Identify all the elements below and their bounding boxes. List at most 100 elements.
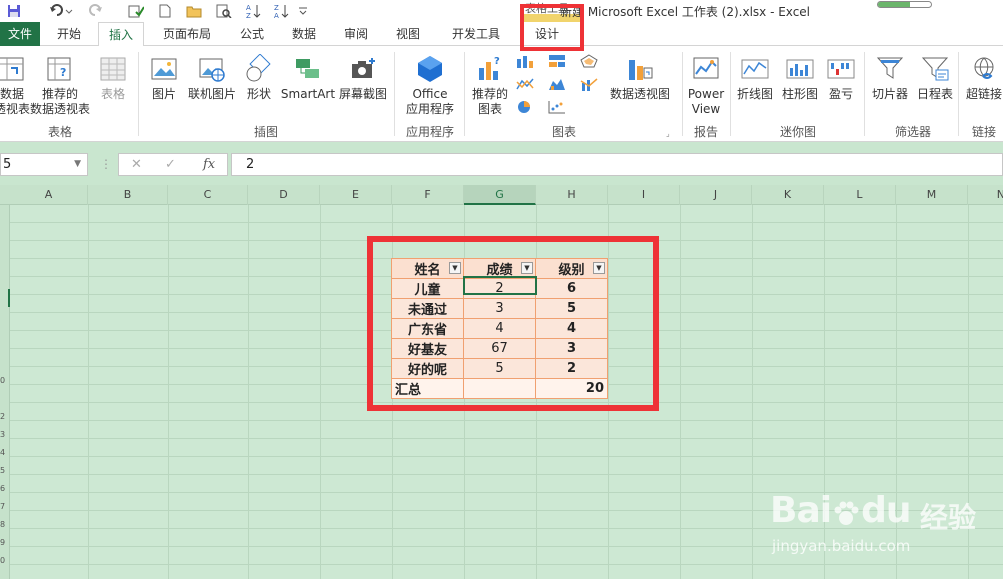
recommended-charts-button[interactable]: ? 推荐的 图表 xyxy=(468,54,512,117)
column-header[interactable]: N xyxy=(968,185,1003,205)
open-folder-icon[interactable] xyxy=(184,2,204,20)
charts-dialog-launcher-icon[interactable]: ⌟ xyxy=(666,129,670,138)
chevron-down-icon[interactable]: ▼ xyxy=(74,154,81,175)
column-header[interactable]: K xyxy=(752,185,824,205)
name-box[interactable]: 5 ▼ xyxy=(0,153,88,176)
tab-home[interactable]: 开始 xyxy=(46,22,92,46)
pivot-chart-button[interactable]: 数据透视图 xyxy=(608,54,672,102)
tab-developer[interactable]: 开发工具 xyxy=(440,22,512,46)
row-header[interactable]: 5 xyxy=(0,466,10,484)
column-header[interactable]: D xyxy=(248,185,320,205)
pictures-button[interactable]: 图片 xyxy=(146,54,182,102)
formula-input[interactable]: 2 xyxy=(231,153,1003,176)
column-header[interactable]: H xyxy=(536,185,608,205)
column-header[interactable]: F xyxy=(392,185,464,205)
column-chart-icon[interactable] xyxy=(516,54,534,68)
column-header[interactable]: M xyxy=(896,185,968,205)
tab-insert[interactable]: 插入 xyxy=(98,22,144,47)
smartart-button[interactable]: SmartArt xyxy=(280,54,336,102)
online-pictures-button[interactable]: 联机图片 xyxy=(186,54,238,102)
slicer-button[interactable]: 切片器 xyxy=(868,54,912,102)
hierarchy-chart-icon[interactable] xyxy=(548,54,566,68)
enter-icon[interactable]: ✓ xyxy=(165,157,176,172)
tab-review[interactable]: 审阅 xyxy=(334,22,378,46)
row-header[interactable]: 8 xyxy=(0,520,10,538)
column-header[interactable]: J xyxy=(680,185,752,205)
paw-icon xyxy=(831,497,861,527)
watermark-brand: Bai du xyxy=(770,490,911,531)
row-header[interactable]: 9 xyxy=(0,538,10,556)
shapes-label: 形状 xyxy=(246,87,271,101)
sparkline-column-button[interactable]: 柱形图 xyxy=(778,54,822,102)
stats-chart-icon[interactable] xyxy=(548,77,566,91)
row-header[interactable]: 3 xyxy=(0,430,10,448)
row-header[interactable]: 6 xyxy=(0,484,10,502)
online-pictures-label: 联机图片 xyxy=(187,87,236,101)
sparkline-line-label: 折线图 xyxy=(736,87,773,101)
recommended-pivot-button[interactable]: ? 推荐的 数据透视表 xyxy=(28,54,92,117)
column-headers: A B C D E F G H I J K L M N xyxy=(0,185,1003,205)
row-header[interactable]: 2 xyxy=(0,412,10,430)
sparkline-column-label: 柱形图 xyxy=(781,87,818,101)
smartart-icon xyxy=(296,59,319,78)
slicer-label: 切片器 xyxy=(871,87,908,101)
screenshot-label: 屏幕截图 xyxy=(338,87,387,101)
table-button[interactable]: 表格 xyxy=(96,54,130,102)
column-header[interactable]: A xyxy=(10,185,88,205)
column-header-selected[interactable]: G xyxy=(464,185,536,205)
customize-toolbar-icon[interactable] xyxy=(296,2,310,20)
shapes-button[interactable]: 形状 xyxy=(242,54,276,102)
svg-text:?: ? xyxy=(494,56,500,67)
column-header[interactable]: B xyxy=(88,185,168,205)
sparkline-line-button[interactable]: 折线图 xyxy=(734,54,776,102)
insert-function-icon[interactable]: fx xyxy=(203,157,215,172)
pie-chart-icon[interactable] xyxy=(516,100,534,114)
line-chart-icon[interactable] xyxy=(516,77,534,91)
column-header[interactable]: L xyxy=(824,185,896,205)
baidu-watermark: Bai du 经验 jingyan.baidu.com xyxy=(770,480,1000,575)
row-header[interactable]: 4 xyxy=(0,448,10,466)
tab-page-layout[interactable]: 页面布局 xyxy=(152,22,222,46)
office-apps-label: Office 应用程序 xyxy=(405,87,454,116)
column-header[interactable]: I xyxy=(608,185,680,205)
undo-icon[interactable] xyxy=(46,2,76,20)
sort-az-icon[interactable]: AZ xyxy=(244,2,264,20)
sort-za-icon[interactable]: ZA xyxy=(272,2,292,20)
power-view-button[interactable]: Power View xyxy=(686,54,726,117)
new-file-icon[interactable] xyxy=(156,2,174,20)
column-header[interactable]: C xyxy=(168,185,248,205)
group-separator xyxy=(864,52,865,136)
combo-chart-icon[interactable] xyxy=(580,77,598,91)
cancel-icon[interactable]: ✕ xyxy=(131,157,142,172)
sparkline-line-icon xyxy=(741,59,769,79)
svg-text:A: A xyxy=(274,12,279,19)
redo-icon[interactable] xyxy=(86,2,114,20)
timeline-button[interactable]: 日程表 xyxy=(914,54,956,102)
sparkline-winloss-button[interactable]: 盈亏 xyxy=(824,54,858,102)
group-separator xyxy=(958,52,959,136)
tab-file[interactable]: 文件 xyxy=(0,22,40,46)
watermark-brand-cn: 经验 xyxy=(920,501,977,534)
table-highlight-box xyxy=(367,236,659,411)
row-header[interactable]: 0 xyxy=(0,376,10,394)
pivot-table-button[interactable]: 数据 透视表 xyxy=(0,54,30,117)
radar-chart-icon[interactable] xyxy=(580,54,598,68)
tab-data[interactable]: 数据 xyxy=(282,22,326,46)
screenshot-button[interactable]: 屏幕截图 xyxy=(336,54,390,102)
tab-view[interactable]: 视图 xyxy=(386,22,430,46)
window-title: 新建 Microsoft Excel 工作表 (2).xlsx - Excel xyxy=(560,5,811,19)
tab-formulas[interactable]: 公式 xyxy=(230,22,274,46)
save-icon[interactable] xyxy=(4,2,24,20)
group-filters: 筛选器 xyxy=(894,125,931,139)
row-header[interactable]: 0 xyxy=(0,556,10,574)
progress-indicator xyxy=(877,1,932,8)
check-icon[interactable] xyxy=(126,2,146,20)
timeline-icon xyxy=(921,57,949,81)
scatter-chart-icon[interactable] xyxy=(548,100,566,114)
print-preview-icon[interactable] xyxy=(214,2,234,20)
column-header[interactable]: E xyxy=(320,185,392,205)
formula-bar-grip-icon: ⋮ xyxy=(100,157,112,171)
hyperlink-button[interactable]: 超链接 xyxy=(962,54,1003,102)
office-apps-button[interactable]: Office 应用程序 xyxy=(398,54,462,117)
row-header[interactable]: 7 xyxy=(0,502,10,520)
